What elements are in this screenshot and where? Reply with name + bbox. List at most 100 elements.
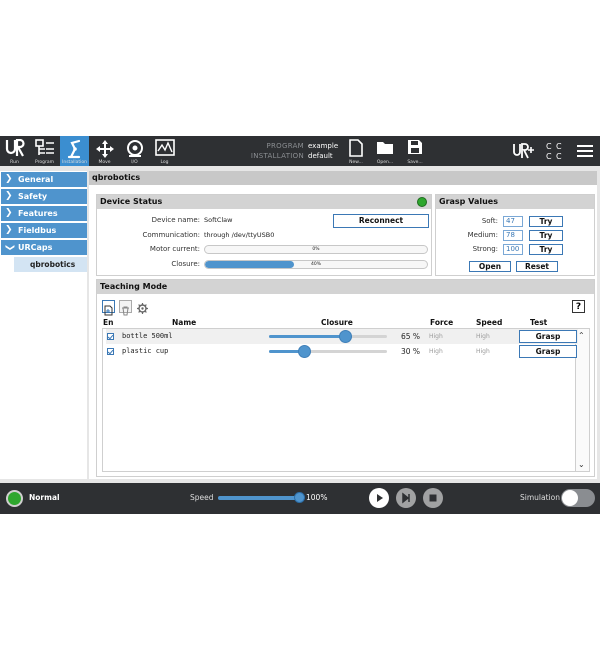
medium-try-button[interactable]: Try (529, 230, 563, 241)
menu-button[interactable] (573, 136, 597, 166)
enable-checkbox[interactable] (107, 348, 114, 355)
top-bar: Run Program Installation Move I/O Log PR… (0, 136, 600, 166)
sidebar-subitem-qbrobotics[interactable]: qbrobotics (14, 257, 87, 272)
reset-button[interactable]: Reset (516, 261, 558, 272)
robot-status-icon[interactable] (6, 490, 23, 507)
scroll-up-icon[interactable]: ⌃ (578, 331, 585, 340)
sidebar-item-label: Fieldbus (18, 226, 57, 235)
col-header-speed: Speed (476, 318, 503, 327)
menu-icon (577, 145, 593, 157)
nav-run[interactable]: Run (0, 136, 29, 166)
strong-label: Strong: (472, 245, 498, 253)
ur-plus-button[interactable] (512, 136, 536, 166)
installation-key: INSTALLATION (250, 152, 304, 160)
grasp-values-panel: Grasp Values Soft: 47 Try Medium: 78 Try… (435, 194, 595, 276)
speed-slider[interactable] (218, 492, 305, 503)
scroll-down-icon[interactable]: ⌄ (578, 460, 585, 469)
grasp-test-button[interactable]: Grasp (519, 330, 577, 343)
soft-label: Soft: (481, 217, 498, 225)
svg-text:C: C (556, 152, 562, 161)
closure-slider[interactable] (269, 330, 387, 343)
sidebar: ❯ General ❯ Safety ❯ Features ❯ Fieldbus… (0, 171, 87, 479)
soft-input[interactable]: 47 (503, 216, 523, 227)
grasp-name: bottle 500ml (122, 332, 173, 340)
installation-value: default (308, 152, 333, 160)
closure-slider[interactable] (269, 345, 387, 358)
closure-percent: 65 % (401, 332, 421, 341)
force-value[interactable]: High (429, 333, 443, 340)
play-icon (377, 494, 383, 502)
new-button-label: New... (349, 160, 363, 165)
sidebar-item-fieldbus[interactable]: ❯ Fieldbus (1, 223, 87, 238)
cc-status-icon: C C C C (546, 142, 562, 161)
log-icon (154, 139, 175, 156)
sidebar-item-urcaps[interactable]: ❯ URCaps (1, 240, 87, 255)
grasp-name: plastic cup (122, 347, 169, 355)
program-value: example (308, 142, 339, 150)
simulation-label: Simulation (520, 493, 560, 502)
cc-status[interactable]: C C C C (543, 136, 565, 166)
nav-io[interactable]: I/O (120, 136, 149, 166)
medium-label: Medium: (467, 231, 498, 239)
open-button[interactable]: Open... (372, 136, 398, 166)
force-value[interactable]: High (429, 348, 443, 355)
stop-button[interactable] (423, 488, 443, 508)
sidebar-item-safety[interactable]: ❯ Safety (1, 189, 87, 204)
speed-slider-thumb[interactable] (294, 492, 305, 503)
medium-input[interactable]: 78 (503, 230, 523, 241)
program-icon (34, 139, 54, 155)
nav-io-label: I/O (131, 160, 138, 165)
page-title: qbrobotics (89, 171, 597, 185)
nav-run-label: Run (10, 160, 19, 165)
closure-slider-thumb[interactable] (339, 330, 353, 343)
grasp-test-button[interactable]: Grasp (519, 345, 577, 358)
strong-input[interactable]: 100 (503, 244, 523, 255)
col-header-force: Force (430, 318, 454, 327)
sidebar-item-label: URCaps (18, 243, 53, 252)
stop-icon (429, 494, 437, 502)
add-grasp-button[interactable] (102, 300, 115, 316)
speed-value[interactable]: High (476, 348, 490, 355)
new-file-icon (104, 305, 113, 316)
soft-try-button[interactable]: Try (529, 216, 563, 227)
move-arrows-icon (95, 140, 114, 158)
nav-program[interactable]: Program (30, 136, 59, 166)
col-header-en: En (103, 318, 114, 327)
delete-grasp-button[interactable] (119, 300, 132, 316)
robot-arm-icon (67, 139, 80, 159)
svg-text:C: C (546, 152, 552, 161)
speed-value[interactable]: High (476, 333, 490, 340)
closure-slider-thumb[interactable] (297, 345, 311, 358)
strong-try-button[interactable]: Try (529, 244, 563, 255)
closure-bar: 40% (204, 260, 428, 269)
open-grip-button[interactable]: Open (469, 261, 511, 272)
simulation-toggle-knob[interactable] (562, 490, 578, 506)
open-folder-icon (377, 142, 393, 154)
nav-move[interactable]: Move (90, 136, 119, 166)
reconnect-button[interactable]: Reconnect (333, 214, 429, 228)
sidebar-item-features[interactable]: ❯ Features (1, 206, 87, 221)
save-button[interactable]: Save... (402, 136, 428, 166)
program-info: PROGRAM example INSTALLATION default (230, 141, 340, 161)
table-row[interactable]: bottle 500ml 65 % High High Grasp (106, 329, 578, 344)
table-row[interactable]: plastic cup 30 % High High Grasp (106, 344, 578, 359)
nav-installation[interactable]: Installation (60, 136, 89, 166)
nav-log[interactable]: Log (150, 136, 179, 166)
settings-button[interactable] (136, 300, 149, 314)
enable-checkbox[interactable] (107, 333, 114, 340)
io-icon (126, 140, 143, 157)
chevron-right-icon: ❯ (5, 191, 13, 201)
teaching-mode-panel: Teaching Mode ? En Name Closure Force Sp… (96, 279, 595, 477)
help-button[interactable]: ? (572, 300, 585, 313)
chevron-down-icon: ❯ (4, 243, 15, 252)
play-button[interactable] (369, 488, 389, 508)
communication-value: through /dev/ttyUSB0 (204, 231, 275, 239)
sidebar-item-general[interactable]: ❯ General (1, 172, 87, 187)
ur-logo-icon (5, 139, 25, 157)
closure-percent: 30 % (401, 347, 421, 356)
speed-label: Speed (190, 493, 214, 502)
new-button[interactable]: New... (343, 136, 369, 166)
closure-label: Closure: (171, 260, 200, 268)
step-button[interactable] (396, 488, 416, 508)
simulation-toggle[interactable] (561, 489, 595, 507)
